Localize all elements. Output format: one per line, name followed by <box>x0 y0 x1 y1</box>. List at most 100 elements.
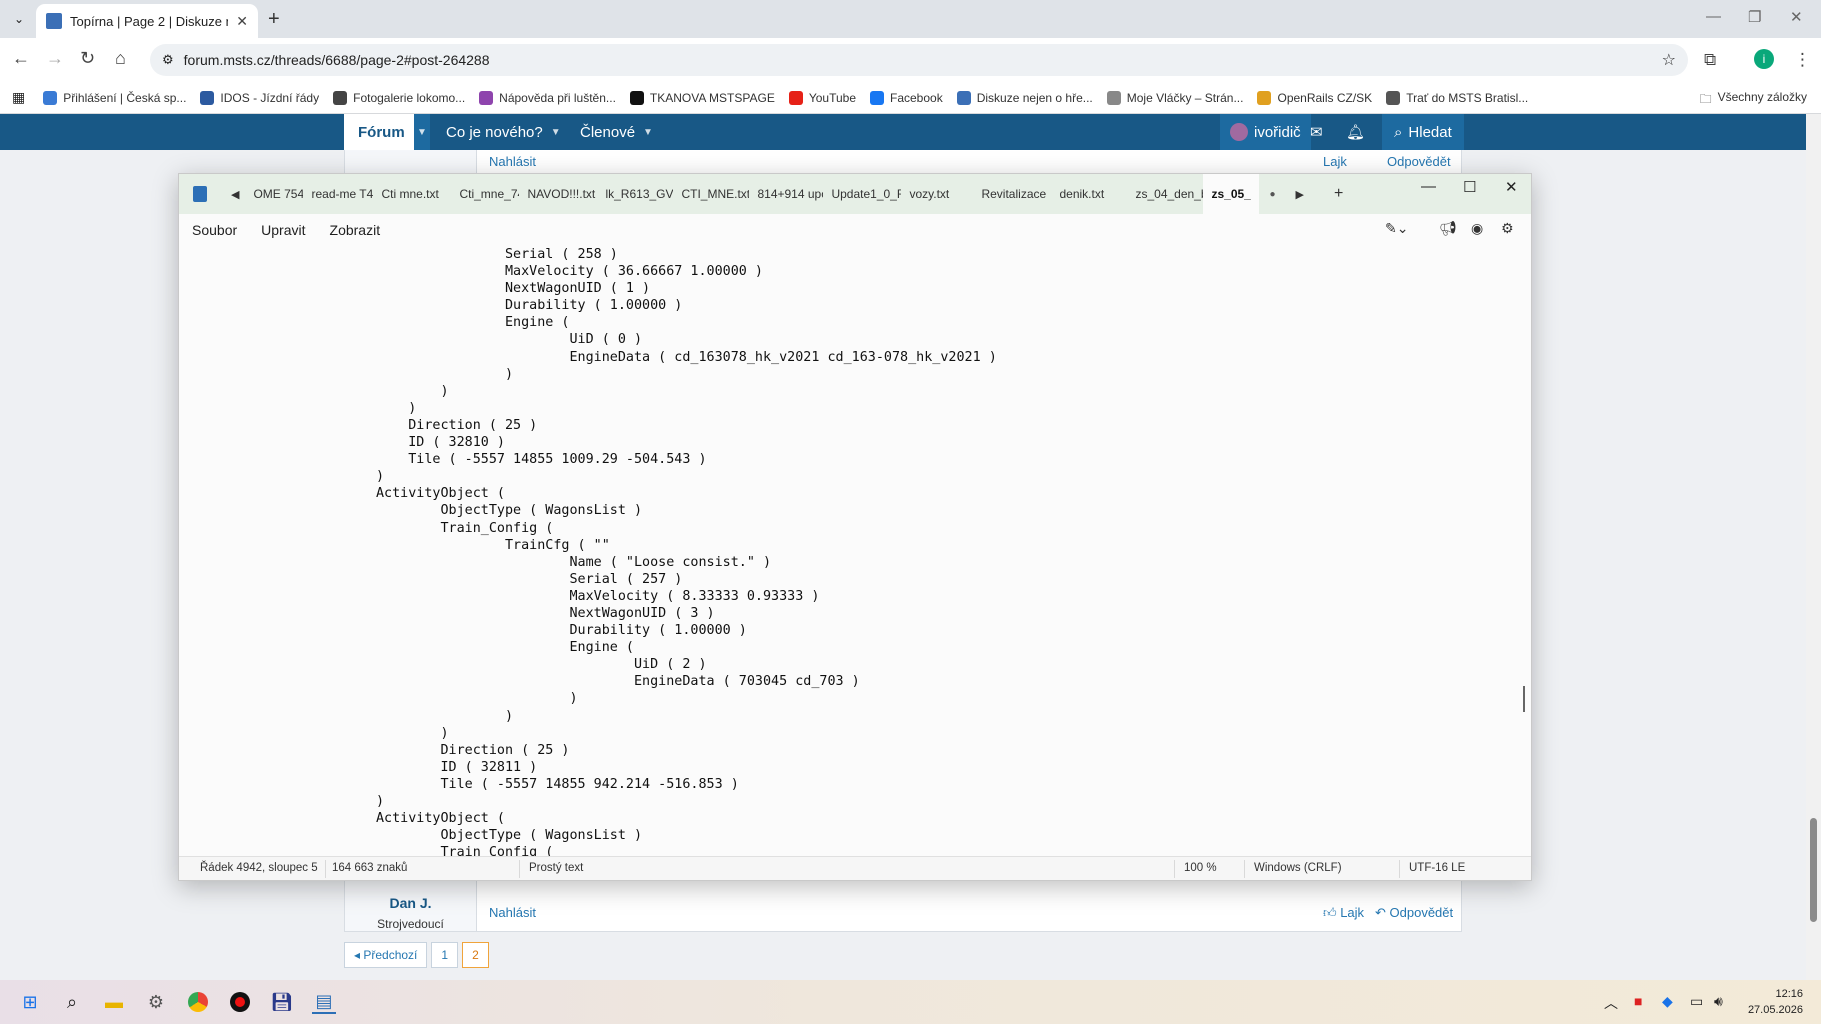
code-line: MaxVelocity ( 8.33333 0.93333 ) <box>376 588 820 604</box>
bookmark-favicon-icon <box>870 90 884 105</box>
close-icon[interactable]: ✕ <box>1505 178 1518 196</box>
notepad-tab[interactable]: Update1_0_R <box>823 174 901 214</box>
bookmark-item[interactable]: Moje Vláčky – Strán... <box>1106 90 1243 105</box>
encoding: UTF-16 LE <box>1409 862 1466 874</box>
tab-search-chevron-icon[interactable]: ⌄ <box>8 8 30 30</box>
minimize-icon[interactable]: — <box>1421 178 1436 195</box>
line-ending: Windows (CRLF) <box>1254 862 1342 874</box>
like-link[interactable]: 👍︎ Lajk <box>1323 905 1364 921</box>
restore-icon[interactable]: ❐ <box>1748 8 1761 26</box>
all-bookmarks[interactable]: 🗀 Všechny záložky <box>1700 90 1807 111</box>
browser-menu-icon[interactable]: ⋮ <box>1794 50 1811 70</box>
notepad-tab[interactable]: zs_04_den_b <box>1127 174 1203 214</box>
page-scrollbar[interactable] <box>1806 114 1821 980</box>
file-explorer-icon[interactable]: ▬ <box>102 990 126 1014</box>
extensions-icon[interactable]: ⧉ <box>1704 50 1716 70</box>
notepad-tab[interactable]: 814+914 upc <box>749 174 823 214</box>
notepad-tab[interactable]: lk_R613_GVD <box>597 174 673 214</box>
bookmark-item[interactable]: Trať do MSTS Bratisl... <box>1386 90 1528 105</box>
site-info-icon[interactable]: ⚙ <box>162 52 174 68</box>
report-link[interactable]: Nahlásit <box>489 154 536 169</box>
notepad-tab[interactable]: denik.txt <box>1051 174 1127 214</box>
bookmark-item[interactable]: Facebook <box>870 90 943 105</box>
bookmark-item[interactable]: OpenRails CZ/SK <box>1257 90 1372 105</box>
reply-link[interactable]: ↶ Odpovědět <box>1375 905 1453 921</box>
browser-tab-active[interactable]: Topírna | Page 2 | Diskuze nejen ✕ <box>36 4 258 38</box>
system-clock[interactable]: 12:16 27.05.2026 <box>1748 986 1803 1018</box>
profile-avatar[interactable]: i <box>1754 49 1774 69</box>
code-line: ) <box>376 725 449 741</box>
notepad-tab[interactable]: Cti_mne_745 <box>451 174 519 214</box>
show-hidden-icons-chevron-icon[interactable]: ︿ <box>1604 993 1618 1013</box>
notepad-tab[interactable]: Cti mne.txt <box>373 174 451 214</box>
volume-icon[interactable]: 🔊︎ <box>1714 993 1723 1010</box>
back-arrow-icon[interactable]: ← <box>12 48 30 69</box>
search-icon[interactable]: ⌕ <box>60 990 84 1014</box>
bookmark-item[interactable]: TKANOVA MSTSPAGE <box>629 90 775 105</box>
close-window-icon[interactable]: ✕ <box>1790 8 1803 26</box>
editor-scroll-thumb[interactable] <box>1523 686 1525 712</box>
new-tab-plus-icon[interactable]: + <box>268 8 280 31</box>
notepad-tab[interactable]: CTI_MNE.txt <box>673 174 749 214</box>
zoom-level[interactable]: 100 % <box>1184 862 1217 874</box>
text-editor[interactable]: Serial ( 258 ) MaxVelocity ( 36.66667 1.… <box>179 246 1531 858</box>
prev-page-button[interactable]: ◂ Předchozí <box>344 942 428 968</box>
account-icon[interactable]: ◉ <box>1471 220 1483 237</box>
menu-file[interactable]: Soubor <box>192 222 237 238</box>
copilot-pen-icon[interactable]: ✎⌄ <box>1385 220 1408 237</box>
inbox-envelope-icon[interactable]: ✉ <box>1310 114 1323 150</box>
menu-edit[interactable]: Upravit <box>261 222 305 238</box>
chrome-icon[interactable] <box>186 990 210 1014</box>
tray-app-icon[interactable]: ■ <box>1634 993 1642 1009</box>
forward-arrow-icon[interactable]: → <box>46 48 64 69</box>
nav-forum-caret-icon[interactable]: ▼ <box>414 114 430 150</box>
address-bar[interactable]: ⚙ forum.msts.cz/threads/6688/page-2#post… <box>150 44 1688 76</box>
bookmark-item[interactable]: IDOS - Jízdní řády <box>200 90 319 105</box>
bookmark-item[interactable]: Nápověda při luštěn... <box>479 90 616 105</box>
nav-search[interactable]: ⌕ Hledat <box>1382 114 1464 150</box>
notepad-tab[interactable]: vozy.txt <box>901 174 973 214</box>
tab-close-icon[interactable]: ✕ <box>236 13 248 30</box>
notepad-tab[interactable]: NAVOD!!!.txt <box>519 174 597 214</box>
tabs-scroll-right-icon[interactable]: ▶ <box>1296 188 1304 201</box>
new-tab-plus-icon[interactable]: + <box>1334 185 1343 203</box>
settings-gear-icon[interactable]: ⚙ <box>1501 220 1514 237</box>
post-username[interactable]: Dan J. <box>345 895 476 911</box>
nav-members[interactable]: Členové ▼ <box>580 114 653 150</box>
notepad-tab[interactable]: zs_05_ <box>1203 174 1260 214</box>
menu-view[interactable]: Zobrazit <box>330 222 381 238</box>
nav-user[interactable]: ivořidič <box>1220 114 1311 150</box>
like-link[interactable]: Lajk <box>1323 154 1347 169</box>
report-link[interactable]: Nahlásit <box>489 905 536 920</box>
apps-grid-icon[interactable]: ▦ <box>12 89 25 106</box>
network-icon[interactable]: ▭ <box>1690 993 1703 1010</box>
alerts-bell-icon[interactable]: 🔔︎ <box>1346 114 1365 150</box>
notepad-tab[interactable]: OME 754 <box>245 174 303 214</box>
nav-whats-new[interactable]: Co je nového? ▼ <box>446 114 561 150</box>
start-windows-icon[interactable]: ⊞ <box>18 990 42 1014</box>
code-line: EngineData ( 703045 cd_703 ) <box>376 674 860 690</box>
bookmark-star-icon[interactable]: ☆ <box>1662 50 1676 70</box>
tray-shield-icon[interactable]: ◆ <box>1662 993 1673 1010</box>
bookmark-item[interactable]: YouTube <box>788 90 856 105</box>
page-1-button[interactable]: 1 <box>431 942 459 968</box>
page-scroll-thumb[interactable] <box>1810 818 1817 922</box>
tabs-scroll-left-icon[interactable]: ◀ <box>231 188 239 201</box>
bookmark-item[interactable]: Diskuze nejen o hře... <box>956 90 1093 105</box>
page-2-button[interactable]: 2 <box>462 942 489 968</box>
settings-gear-icon[interactable]: ⚙ <box>144 990 168 1014</box>
nav-forum[interactable]: Fórum <box>344 114 419 150</box>
notepad-taskbar-icon[interactable]: ▤ <box>312 990 336 1014</box>
maximize-icon[interactable]: ☐ <box>1463 178 1476 196</box>
minimize-icon[interactable]: — <box>1706 8 1721 25</box>
floppy-save-icon[interactable]: 💾︎ <box>270 990 294 1014</box>
bookmark-item[interactable]: Fotogalerie lokomo... <box>333 90 465 105</box>
notepad-tab[interactable]: Revitalizace <box>973 174 1051 214</box>
record-icon[interactable] <box>228 990 252 1014</box>
reply-link[interactable]: Odpovědět <box>1387 154 1451 169</box>
bookmark-item[interactable]: Přihlášení | Česká sp... <box>43 90 186 105</box>
notepad-tab[interactable]: read-me T47 <box>303 174 373 214</box>
home-icon[interactable]: ⌂ <box>115 48 126 69</box>
megaphone-icon[interactable]: 📢︎ <box>1439 220 1457 237</box>
reload-icon[interactable]: ↻ <box>80 48 95 69</box>
